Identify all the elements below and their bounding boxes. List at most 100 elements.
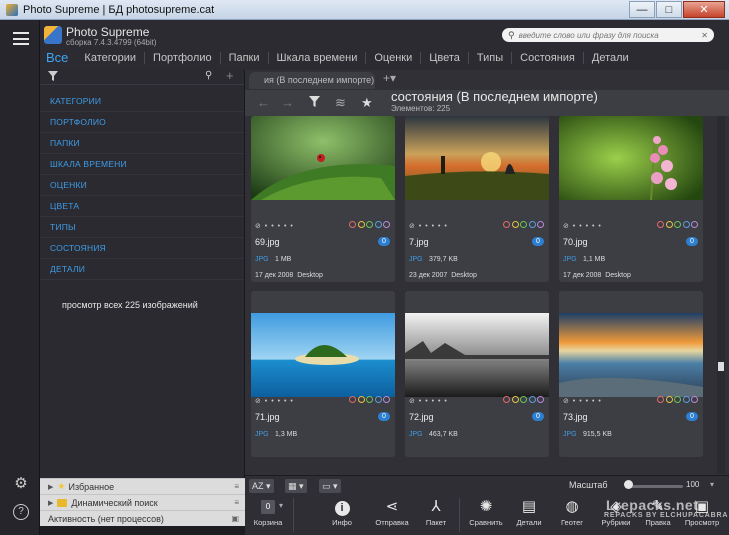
- geotag-button[interactable]: ◍ Геотег: [551, 496, 593, 527]
- thumbnail-image[interactable]: [405, 313, 549, 397]
- catalog-item-details[interactable]: ДЕТАЛИ: [40, 259, 244, 280]
- display-options-button[interactable]: ▭ ▾: [319, 479, 341, 493]
- tab-types[interactable]: Типы: [469, 52, 513, 64]
- menu-icon[interactable]: ≡: [234, 482, 239, 491]
- file-size: 1,1 MB: [583, 256, 606, 263]
- back-arrow-icon[interactable]: ←: [257, 95, 270, 110]
- tab-ratings[interactable]: Оценки: [366, 52, 422, 64]
- view-mode-button[interactable]: ▦ ▾: [285, 479, 307, 493]
- color-labels[interactable]: [656, 221, 698, 228]
- details-icon: ▤: [521, 498, 537, 515]
- info-button[interactable]: i Инфо: [321, 496, 363, 527]
- compare-button[interactable]: ✺ Сравнить: [465, 496, 507, 527]
- catalog-item-types[interactable]: ТИПЫ: [40, 217, 244, 238]
- count-badge: 0: [532, 412, 544, 421]
- color-labels[interactable]: [348, 221, 390, 228]
- menu-icon[interactable]: ≡: [234, 498, 239, 507]
- rating-stars[interactable]: ⊘ • • • • •: [255, 397, 294, 405]
- add-icon[interactable]: +: [226, 68, 234, 83]
- image-card[interactable]: ⊘ • • • • • 73.jpg 0 JPG 915,5 KB: [559, 291, 703, 457]
- tab-colors[interactable]: Цвета: [421, 52, 469, 64]
- rating-stars[interactable]: ⊘ • • • • •: [255, 222, 294, 230]
- catalog-item-timeline[interactable]: ШКАЛА ВРЕМЕНИ: [40, 154, 244, 175]
- tab-details[interactable]: Детали: [584, 52, 637, 64]
- filter-icon[interactable]: [48, 71, 58, 81]
- image-card[interactable]: ⊘ • • • • • 69.jpg 0 JPG 1 MB 17 дек 200…: [251, 116, 395, 282]
- tab-all[interactable]: Все: [40, 51, 76, 64]
- dynamic-search-row[interactable]: ▶ Динамический поиск ≡: [40, 494, 245, 510]
- tab-states[interactable]: Состояния: [512, 52, 584, 64]
- file-size: 379,7 KB: [429, 256, 458, 263]
- close-button[interactable]: ✕: [683, 1, 725, 18]
- star-icon[interactable]: ★: [361, 95, 373, 111]
- thumbnail-image[interactable]: [559, 116, 703, 200]
- image-card[interactable]: ⊘ • • • • • 72.jpg 0 JPG 463,7 KB: [405, 291, 549, 457]
- batch-icon: ⅄: [431, 498, 441, 515]
- zoom-slider-knob[interactable]: [623, 480, 633, 489]
- add-tab-icon[interactable]: +▾: [383, 71, 396, 85]
- layers-icon[interactable]: ≋: [335, 95, 346, 111]
- scrollbar-thumb[interactable]: [718, 362, 724, 371]
- count-badge: 0: [378, 412, 390, 421]
- batch-button[interactable]: ⅄ Пакет: [415, 496, 457, 527]
- minimize-button[interactable]: —: [629, 1, 655, 18]
- catalog-item-portfolio[interactable]: ПОРТФОЛИО: [40, 112, 244, 133]
- basket-button[interactable]: 0 ▾ Корзина: [247, 496, 289, 527]
- forward-arrow-icon[interactable]: →: [281, 95, 294, 110]
- sort-label: AZ: [252, 481, 264, 491]
- color-labels[interactable]: [656, 396, 698, 403]
- thumbnail-image[interactable]: [251, 116, 395, 200]
- file-source: Desktop: [297, 272, 323, 279]
- zoom-label: Масштаб: [569, 480, 608, 490]
- image-card[interactable]: ⊘ • • • • • 71.jpg 0 JPG 1,3 MB: [251, 291, 395, 457]
- search-icon[interactable]: ⚲: [205, 70, 212, 81]
- rating-stars[interactable]: ⊘ • • • • •: [563, 222, 602, 230]
- basket-dropdown-icon[interactable]: ▾: [279, 501, 283, 510]
- app-logo: [44, 26, 62, 44]
- tab-timeline[interactable]: Шкала времени: [269, 52, 367, 64]
- thumbnail-image[interactable]: [405, 116, 549, 200]
- image-card[interactable]: ⊘ • • • • • 7.jpg 0 JPG 379,7 KB 23 дек …: [405, 116, 549, 282]
- catalog-item-states[interactable]: СОСТОЯНИЯ: [40, 238, 244, 259]
- tab-portfolio[interactable]: Портфолио: [145, 52, 221, 64]
- zoom-slider[interactable]: [625, 485, 683, 488]
- maximize-button[interactable]: □: [656, 1, 682, 18]
- view-all-link[interactable]: просмотр всех 225 изображений: [62, 300, 198, 310]
- file-date: 23 дек 2007: [409, 272, 448, 279]
- color-labels[interactable]: [502, 396, 544, 403]
- rating-stars[interactable]: ⊘ • • • • •: [409, 222, 448, 230]
- favorites-row[interactable]: ▶ ★ Избранное ≡: [40, 478, 245, 494]
- settings-gear-icon[interactable]: ⚙: [13, 476, 29, 492]
- tab-categories[interactable]: Категории: [76, 52, 146, 64]
- color-labels[interactable]: [502, 221, 544, 228]
- help-icon[interactable]: ?: [13, 504, 29, 520]
- color-labels[interactable]: [348, 396, 390, 403]
- search-field[interactable]: ⚲ введите слово или фразу для поиска ✕: [502, 28, 714, 42]
- collection-tab[interactable]: ия (В последнем импорте): [249, 72, 375, 89]
- catalog-item-colors[interactable]: ЦВЕТА: [40, 196, 244, 217]
- file-name: 71.jpg: [255, 412, 280, 422]
- filter-icon[interactable]: [309, 95, 320, 110]
- thumbnail-image[interactable]: [251, 313, 395, 397]
- image-card[interactable]: ⊘ • • • • • 70.jpg 0 JPG 1,1 MB 17 дек 2…: [559, 116, 703, 282]
- hamburger-menu-icon[interactable]: [13, 32, 29, 45]
- thumbnail-image[interactable]: [559, 313, 703, 397]
- clear-search-icon[interactable]: ✕: [701, 31, 708, 40]
- compare-label: Сравнить: [469, 518, 503, 527]
- details-button[interactable]: ▤ Детали: [508, 496, 550, 527]
- share-button[interactable]: ⋖ Отправка: [371, 496, 413, 527]
- expand-arrow-icon: ▶: [48, 499, 54, 507]
- catalog-item-categories[interactable]: КАТЕГОРИИ: [40, 91, 244, 112]
- zoom-dropdown-icon[interactable]: ▾: [710, 480, 714, 489]
- vertical-scrollbar[interactable]: [717, 116, 725, 474]
- sort-button[interactable]: AZ ▾: [249, 479, 274, 493]
- rating-stars[interactable]: ⊘ • • • • •: [409, 397, 448, 405]
- catalog-item-folders[interactable]: ПАПКИ: [40, 133, 244, 154]
- activity-row[interactable]: Активность (нет процессов) ▣: [40, 510, 245, 526]
- basket-count: 0: [261, 500, 275, 514]
- activity-label: Активность (нет процессов): [48, 513, 164, 524]
- catalog-item-ratings[interactable]: ОЦЕНКИ: [40, 175, 244, 196]
- activity-icon[interactable]: ▣: [231, 514, 239, 523]
- rating-stars[interactable]: ⊘ • • • • •: [563, 397, 602, 405]
- tab-folders[interactable]: Папки: [221, 52, 269, 64]
